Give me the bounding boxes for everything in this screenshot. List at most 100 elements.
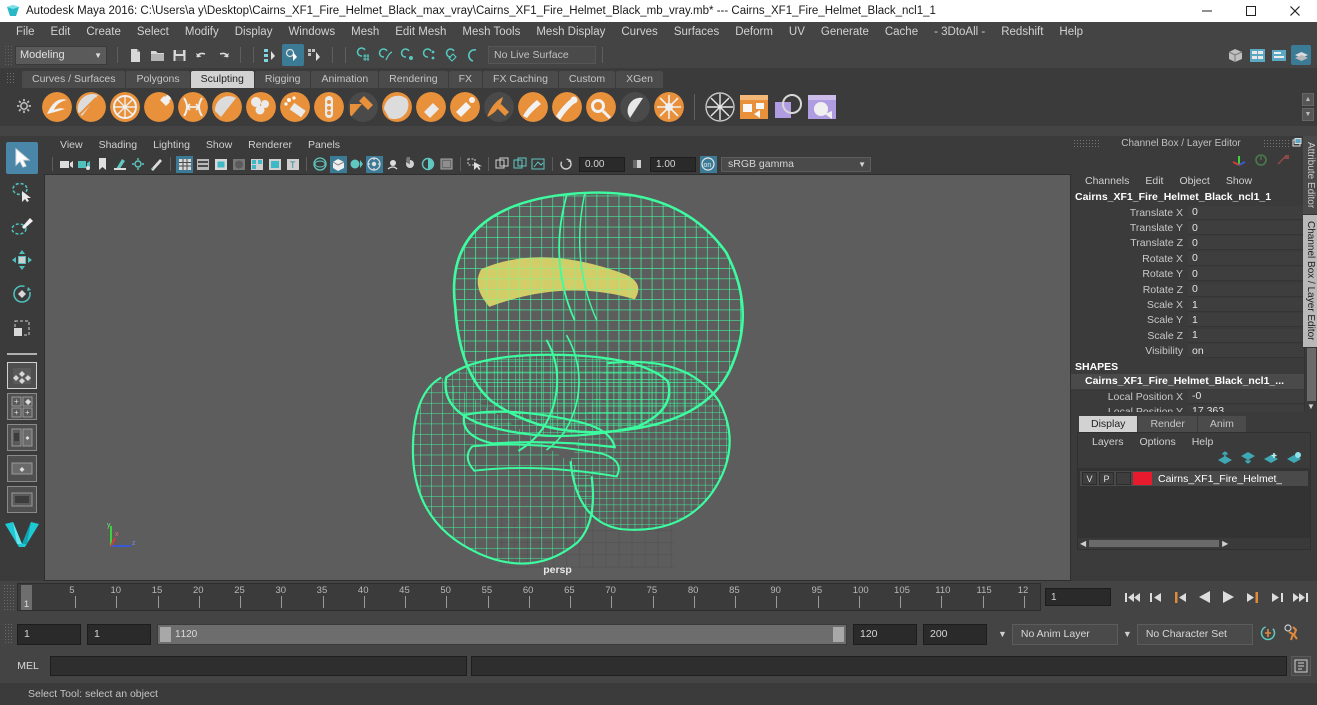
attribute-editor-toggle-icon[interactable] <box>1291 45 1311 65</box>
scroll-left-arrow-icon[interactable]: ◀ <box>1080 539 1086 548</box>
knife-tool-icon[interactable] <box>484 92 514 122</box>
menu-mesh[interactable]: Mesh <box>343 22 387 42</box>
manipulator-rotate-icon[interactable] <box>1253 153 1269 170</box>
layer-tab-display[interactable]: Display <box>1079 416 1138 432</box>
exposure-toggle-icon[interactable] <box>558 156 575 173</box>
shelf-tab-animation[interactable]: Animation <box>311 71 379 88</box>
panel-copy-icon[interactable] <box>494 156 511 173</box>
shelf-tab-fx-caching[interactable]: FX Caching <box>483 71 558 88</box>
menu-mesh-display[interactable]: Mesh Display <box>528 22 613 42</box>
perspective-viewport[interactable]: y z x persp <box>44 174 1071 581</box>
maximize-button[interactable] <box>1229 0 1273 22</box>
channel-box-menu-show[interactable]: Show <box>1218 175 1260 187</box>
menu-file[interactable]: File <box>8 22 43 42</box>
lasso-select-tool[interactable] <box>6 176 38 208</box>
scroll-right-arrow-icon[interactable]: ▶ <box>1222 539 1228 548</box>
wireframe-shading-icon[interactable] <box>176 155 193 173</box>
command-language-label[interactable]: MEL <box>6 660 50 672</box>
menu-select[interactable]: Select <box>129 22 177 42</box>
step-back-keyframe-icon[interactable] <box>1145 587 1167 607</box>
lock-camera-icon[interactable] <box>76 156 93 173</box>
layer-new-icon[interactable] <box>1263 451 1279 467</box>
exposure-icon[interactable] <box>366 155 383 173</box>
menu-mesh-tools[interactable]: Mesh Tools <box>454 22 528 42</box>
viewport-menu-renderer[interactable]: Renderer <box>240 139 300 151</box>
channel-box-shape-name[interactable]: Cairns_XF1_Fire_Helmet_Black_ncl1_... <box>1071 373 1304 389</box>
new-scene-icon[interactable] <box>124 44 146 66</box>
shelf-scroll-up-button[interactable]: ▲ <box>1302 93 1314 106</box>
menu-display[interactable]: Display <box>227 22 281 42</box>
layer-menu-help[interactable]: Help <box>1184 436 1222 448</box>
menu-redshift[interactable]: Redshift <box>993 22 1051 42</box>
channel-box-menu-channels[interactable]: Channels <box>1077 175 1137 187</box>
layer-tab-render[interactable]: Render <box>1138 416 1197 432</box>
scroll-thumb[interactable] <box>1089 540 1220 547</box>
make-live-icon[interactable] <box>462 44 484 66</box>
channel-value[interactable]: on <box>1188 344 1304 359</box>
shelf-tab-xgen[interactable]: XGen <box>616 71 663 88</box>
use-all-lights-icon[interactable] <box>230 156 247 173</box>
channel-row-translate-z[interactable]: Translate Z 0 <box>1071 236 1304 251</box>
render-settings-icon[interactable] <box>1247 45 1267 65</box>
manipulator-axis-icon[interactable] <box>1231 153 1247 170</box>
menu-help[interactable]: Help <box>1051 22 1091 42</box>
menu-generate[interactable]: Generate <box>813 22 877 42</box>
step-forward-frame-icon[interactable] <box>1241 587 1263 607</box>
channel-row-visibility[interactable]: Visibility on <box>1071 344 1304 359</box>
shade-textured-icon[interactable] <box>212 156 229 173</box>
channel-value[interactable]: 1 <box>1188 298 1304 313</box>
outliner-persp-layout-button[interactable] <box>7 455 37 482</box>
texture-display-icon[interactable]: T <box>284 156 301 173</box>
amplify-tool-icon[interactable] <box>586 92 616 122</box>
color-management-icon[interactable]: on <box>700 155 717 173</box>
channel-box-menu-edit[interactable]: Edit <box>1137 175 1171 187</box>
bookmark-icon[interactable] <box>94 156 111 173</box>
go-to-start-icon[interactable] <box>1121 587 1143 607</box>
paint-select-tool[interactable] <box>6 210 38 242</box>
layer-tab-anim[interactable]: Anim <box>1197 416 1246 432</box>
live-surface-field[interactable]: No Live Surface <box>488 46 596 64</box>
current-frame-field[interactable]: 1 <box>1045 588 1111 606</box>
wax-tool-icon[interactable] <box>382 92 412 122</box>
snap-to-projected-center-icon[interactable] <box>418 44 440 66</box>
smear-tool-icon[interactable] <box>518 92 548 122</box>
animation-start-field[interactable]: 1 <box>17 623 81 645</box>
range-handle-right[interactable] <box>833 626 844 642</box>
channel-row-translate-x[interactable]: Translate X 0 <box>1071 205 1304 220</box>
panel-tear-off-icon[interactable] <box>512 156 529 173</box>
exposure-field[interactable]: 0.00 <box>579 156 625 172</box>
channel-value[interactable]: 0 <box>1188 205 1304 220</box>
freeze-ball-icon[interactable] <box>705 92 735 122</box>
freeze-tool-icon[interactable] <box>620 92 650 122</box>
shelf-tab-sculpting[interactable]: Sculpting <box>190 71 254 88</box>
gamma-toggle-icon[interactable] <box>629 156 646 173</box>
helmet-wireframe-model[interactable] <box>45 175 1070 580</box>
layer-visibility-toggle[interactable]: V <box>1082 472 1097 485</box>
channel-value[interactable]: 0 <box>1188 282 1304 297</box>
layer-state-toggle[interactable] <box>1116 472 1131 485</box>
menu-windows[interactable]: Windows <box>280 22 343 42</box>
toolbar-grip[interactable] <box>4 45 12 65</box>
single-perspective-layout-button[interactable] <box>7 362 37 389</box>
gpu-cache-icon[interactable] <box>438 156 455 173</box>
menu-edit[interactable]: Edit <box>43 22 79 42</box>
channel-row-scale-x[interactable]: Scale X 1 <box>1071 297 1304 313</box>
play-forwards-icon[interactable] <box>1217 587 1239 607</box>
channel-value[interactable]: 17.363 <box>1188 404 1304 412</box>
menu-curves[interactable]: Curves <box>613 22 665 42</box>
range-start-field[interactable]: 1 <box>87 623 151 645</box>
viewport-menu-lighting[interactable]: Lighting <box>145 139 198 151</box>
scrape-tool-icon[interactable] <box>416 92 446 122</box>
imprint-tool-icon[interactable] <box>348 92 378 122</box>
isolate-select-icon[interactable] <box>384 156 401 173</box>
snap-to-point-icon[interactable] <box>396 44 418 66</box>
save-scene-icon[interactable] <box>168 44 190 66</box>
menu-deform[interactable]: Deform <box>727 22 781 42</box>
grab-tool-icon[interactable] <box>144 92 174 122</box>
undo-icon[interactable] <box>190 44 212 66</box>
channel-row-translate-y[interactable]: Translate Y 0 <box>1071 220 1304 236</box>
open-scene-icon[interactable] <box>146 44 168 66</box>
menu-create[interactable]: Create <box>78 22 129 42</box>
close-button[interactable] <box>1273 0 1317 22</box>
channel-row-rotate-x[interactable]: Rotate X 0 <box>1071 251 1304 266</box>
